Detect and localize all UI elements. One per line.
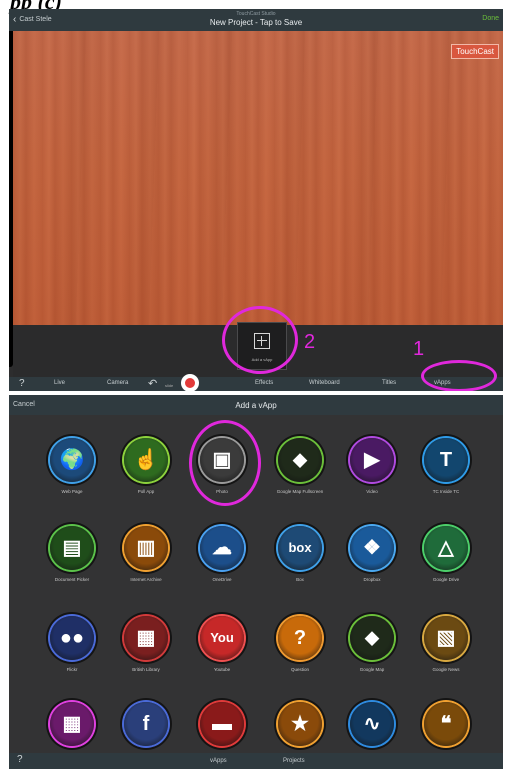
facebook-glyph: f bbox=[142, 713, 150, 735]
picker-title: Add a vApp bbox=[235, 401, 277, 410]
vapp-tile-label: British Library bbox=[132, 667, 160, 672]
vapp-tile-label: Poll App bbox=[137, 489, 155, 494]
google-map-glyph: ⬥ bbox=[365, 627, 379, 649]
vapp-tile-onedrive[interactable]: ☁ OneDrive bbox=[185, 526, 259, 606]
vapps-library-tab[interactable]: vApps bbox=[210, 758, 227, 764]
camera-tab[interactable]: Camera bbox=[107, 380, 128, 386]
tc-inside-tc-glyph: T bbox=[439, 449, 453, 471]
google-drive-glyph: △ bbox=[438, 537, 454, 559]
vapp-tile-question[interactable]: ? Question bbox=[263, 616, 337, 696]
vapp-tile-label: Google Drive bbox=[432, 577, 460, 582]
camera-preview bbox=[13, 31, 503, 325]
undo-icon[interactable]: ↶ bbox=[148, 377, 157, 390]
vapp-tile-video[interactable]: ▶ Video bbox=[335, 438, 409, 518]
google-news-glyph: ▧ bbox=[436, 627, 456, 649]
youtube-glyph: You bbox=[210, 630, 234, 645]
record-button[interactable] bbox=[181, 374, 199, 391]
onedrive-glyph: ☁ bbox=[212, 537, 232, 559]
vapp-tile-label: Google News bbox=[432, 667, 460, 672]
google-map-fullscreen-glyph: ⬥ bbox=[293, 449, 307, 471]
box-glyph: box bbox=[288, 540, 312, 555]
undo-label: slide bbox=[165, 383, 174, 388]
touchcast-watermark: TouchCast bbox=[451, 44, 499, 59]
vapp-tile-label: TC Inside TC bbox=[432, 489, 460, 494]
web-page-glyph: 🌍 bbox=[59, 449, 85, 471]
effects-tab[interactable]: Effects bbox=[255, 380, 273, 386]
titles-tab[interactable]: Titles bbox=[382, 380, 396, 386]
help-button[interactable]: ? bbox=[19, 378, 25, 389]
document-picker-glyph: ▤ bbox=[62, 537, 82, 559]
vapp-tile-youtube[interactable]: You Youtube bbox=[185, 616, 259, 696]
vapp-tile-label: Dropbox bbox=[363, 577, 381, 582]
editor-top-bar: ‹ Cast Stele TouchCast Studio New Project… bbox=[9, 9, 503, 31]
picker-top-bar: Cancel Add a vApp bbox=[9, 395, 503, 415]
editor-screen: ‹ Cast Stele TouchCast Studio New Project… bbox=[9, 9, 503, 391]
vapp-tile-internet-archive[interactable]: ▥ Internet Archive bbox=[109, 526, 183, 606]
british-library-glyph: ▦ bbox=[136, 627, 156, 649]
annotation-circle-photo bbox=[189, 420, 261, 506]
stocks-glyph: ∿ bbox=[363, 713, 381, 735]
video-glyph: ▶ bbox=[364, 449, 380, 471]
vapp-tile-web-page[interactable]: 🌍 Web Page bbox=[35, 438, 109, 518]
vapp-tile-label: OneDrive bbox=[212, 577, 232, 582]
preview-edge bbox=[9, 31, 13, 367]
vapp-tile-label: Web Page bbox=[61, 489, 83, 494]
news-ticker-glyph: ▬ bbox=[212, 713, 232, 735]
vapp-tile-label: Flickr bbox=[66, 667, 78, 672]
vapp-tile-tc-inside-tc[interactable]: T TC Inside TC bbox=[409, 438, 483, 518]
internet-archive-glyph: ▥ bbox=[136, 537, 156, 559]
vapp-tile-label: Box bbox=[296, 577, 304, 582]
vapp-tile-flickr[interactable]: ●● Flickr bbox=[35, 616, 109, 696]
live-tab[interactable]: Live bbox=[54, 380, 65, 386]
quad-glyph: ▦ bbox=[62, 713, 82, 735]
vapp-tile-document-picker[interactable]: ▤ Document Picker bbox=[35, 526, 109, 606]
question-glyph: ? bbox=[293, 627, 307, 649]
vapp-tile-label: Youtube bbox=[213, 667, 231, 672]
vapp-tile-label: Google Map bbox=[359, 667, 385, 672]
vapp-tile-box[interactable]: box Box bbox=[263, 526, 337, 606]
dropbox-glyph: ❖ bbox=[363, 537, 381, 559]
picker-tab-bar: ? vApps Projects bbox=[9, 753, 503, 769]
vapp-tile-google-map[interactable]: ⬥ Google Map bbox=[335, 616, 409, 696]
vapp-tile-british-library[interactable]: ▦ British Library bbox=[109, 616, 183, 696]
star-glyph: ★ bbox=[291, 713, 309, 735]
project-title[interactable]: New Project - Tap to Save bbox=[9, 18, 503, 27]
vapp-picker-screen: Cancel Add a vApp 🌍 Web Page ☝ Poll App ▣ Pho… bbox=[9, 395, 503, 769]
whiteboard-tab[interactable]: Whiteboard bbox=[309, 380, 340, 386]
vapp-tile-label: Google Map Fullscreen bbox=[276, 489, 324, 494]
projects-tab[interactable]: Projects bbox=[283, 758, 305, 764]
app-name: TouchCast Studio bbox=[236, 11, 276, 17]
annotation-circle-2 bbox=[222, 306, 298, 374]
vapp-tile-label: Question bbox=[290, 667, 309, 672]
annotation-number-1: 1 bbox=[413, 338, 425, 360]
vapp-tile-google-map-fullscreen[interactable]: ⬥ Google Map Fullscreen bbox=[263, 438, 337, 518]
vapp-tile-dropbox[interactable]: ❖ Dropbox bbox=[335, 526, 409, 606]
picker-help-button[interactable]: ? bbox=[17, 754, 23, 765]
annotation-circle-1 bbox=[421, 360, 497, 391]
quote-glyph: ❝ bbox=[440, 713, 452, 735]
vapp-tile-poll-app[interactable]: ☝ Poll App bbox=[109, 438, 183, 518]
vapp-tile-label: Video bbox=[366, 489, 378, 494]
flickr-glyph: ●● bbox=[59, 627, 85, 649]
vapp-tile-label: Internet Archive bbox=[130, 577, 162, 582]
done-button[interactable]: Done bbox=[482, 15, 499, 22]
vapp-tile-label: Document Picker bbox=[54, 577, 90, 582]
annotation-number-2: 2 bbox=[304, 331, 316, 353]
vapp-tile-google-drive[interactable]: △ Google Drive bbox=[409, 526, 483, 606]
poll-app-glyph: ☝ bbox=[133, 449, 159, 471]
record-icon bbox=[185, 378, 195, 388]
vapp-tile-google-news[interactable]: ▧ Google News bbox=[409, 616, 483, 696]
